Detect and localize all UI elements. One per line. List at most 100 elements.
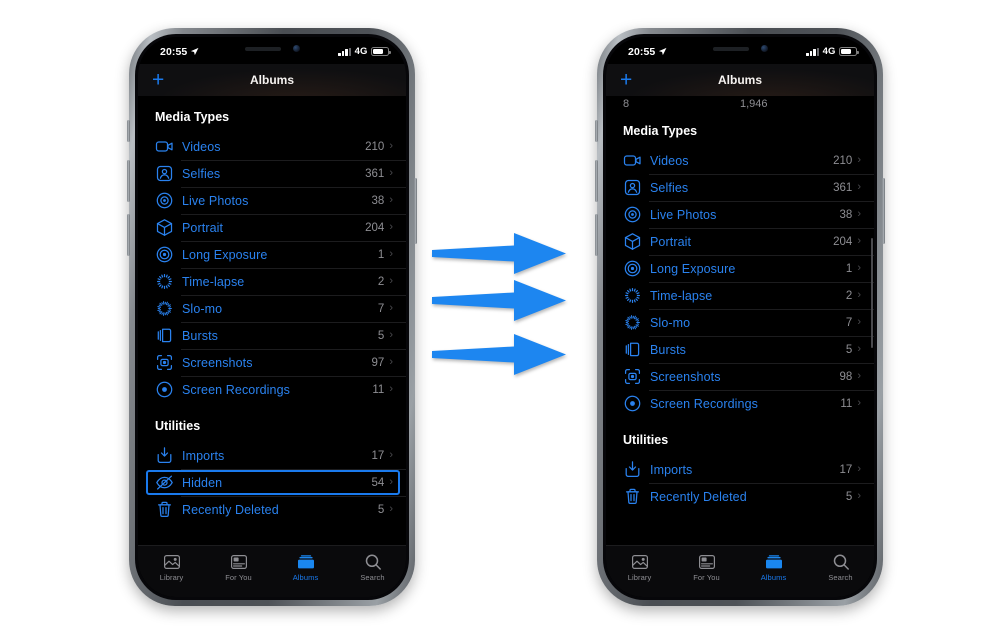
chevron-right-icon: › [389, 221, 393, 233]
album-row-label: Long Exposure [182, 247, 268, 262]
album-row-portrait[interactable]: Portrait 204 › [138, 214, 406, 241]
tab-albums[interactable]: Albums [740, 553, 807, 582]
album-row-time-lapse[interactable]: Time-lapse 2 › [606, 282, 874, 309]
earpiece-speaker-icon [712, 46, 749, 51]
album-row-time-lapse[interactable]: Time-lapse 2 › [138, 268, 406, 295]
partial-album-people[interactable]: People8 [623, 96, 740, 110]
album-row-live-photos[interactable]: Live Photos 38 › [606, 201, 874, 228]
selfie-person-icon [155, 164, 174, 183]
album-row-label: Screen Recordings [650, 396, 759, 411]
partial-album-count: 1,946 [740, 98, 768, 110]
album-row-label: Recently Deleted [650, 489, 747, 504]
album-row-long-exposure[interactable]: Long Exposure 1 › [606, 255, 874, 282]
album-row-screenshots[interactable]: Screenshots 98 › [606, 363, 874, 390]
album-row-label: Live Photos [182, 193, 249, 208]
tab-bar-before[interactable]: Library For You Albums Search [138, 545, 406, 597]
album-row-slo-mo[interactable]: Slo-mo 7 › [606, 309, 874, 336]
transition-arrow-3 [432, 334, 566, 375]
tab-library[interactable]: Library [138, 553, 205, 582]
chevron-right-icon: › [857, 262, 861, 274]
album-row-screen-recordings[interactable]: Screen Recordings 11 › [138, 376, 406, 403]
album-row-label: Portrait [182, 220, 224, 235]
album-row-bursts[interactable]: Bursts 5 › [606, 336, 874, 363]
chevron-right-icon: › [389, 449, 393, 461]
chevron-right-icon: › [389, 503, 393, 515]
section-header-media-types: Media Types [155, 110, 230, 124]
album-row-label: Hidden [182, 475, 223, 490]
album-row-imports[interactable]: Imports 17 › [606, 456, 874, 483]
chevron-right-icon: › [389, 194, 393, 206]
albums-stack-icon [765, 553, 783, 570]
album-row-label: Slo-mo [650, 315, 691, 330]
album-row-count: 5 [377, 503, 385, 516]
album-row-count: 210 [365, 140, 385, 153]
album-row-label: Bursts [182, 328, 219, 343]
volume-up-button[interactable] [127, 160, 130, 202]
tab-bar-after[interactable]: Library For You Albums Search [606, 545, 874, 597]
partial-scrolled-row[interactable]: People8Places1,946 [606, 96, 874, 110]
album-row-label: Selfies [650, 180, 689, 195]
chevron-right-icon: › [857, 208, 861, 220]
album-row-count: 11 [372, 383, 385, 396]
scroll-indicator[interactable] [870, 238, 873, 348]
album-row-videos[interactable]: Videos 210 › [138, 133, 406, 160]
album-row-label: Imports [650, 462, 693, 477]
chevron-right-icon: › [389, 476, 393, 488]
add-album-button[interactable]: + [152, 70, 164, 91]
album-row-selfies[interactable]: Selfies 361 › [138, 160, 406, 187]
album-row-label: Selfies [182, 166, 221, 181]
screen-before: 20:55 4G + Albums Media Types Videos 210… [138, 37, 406, 597]
trash-icon [623, 487, 642, 506]
video-camera-icon [155, 137, 174, 156]
album-row-label: Recently Deleted [182, 502, 279, 517]
album-row-screen-recordings[interactable]: Screen Recordings 11 › [606, 390, 874, 417]
power-button[interactable] [882, 178, 885, 244]
imports-icon [623, 460, 642, 479]
selfie-person-icon [623, 178, 642, 197]
page-title: Albums [717, 73, 762, 87]
album-row-recently-deleted[interactable]: Recently Deleted 5 › [606, 483, 874, 510]
chevron-right-icon: › [857, 463, 861, 475]
album-row-count: 204 [833, 235, 853, 248]
album-row-videos[interactable]: Videos 210 › [606, 147, 874, 174]
mute-switch[interactable] [127, 120, 130, 142]
albums-list-before[interactable]: Media Types Videos 210 › Selfies 361 › Live Pho… [138, 96, 406, 597]
albums-list-after[interactable]: People8Places1,946Media TypesVideos210›S… [606, 96, 874, 597]
power-button[interactable] [414, 178, 417, 244]
tab-library[interactable]: Library [606, 553, 673, 582]
tab-search[interactable]: Search [807, 553, 874, 582]
album-row-recently-deleted[interactable]: Recently Deleted 5 › [138, 496, 406, 523]
partial-album-places[interactable]: Places1,946 [740, 96, 857, 110]
screenshot-canvas: 20:55 4G + Albums Media Types Videos 210… [0, 0, 1000, 633]
chevron-right-icon: › [389, 356, 393, 368]
screen-after: 20:55 4G + Albums 8 1,946 Media Types Vi… [606, 37, 874, 597]
albums-stack-icon [297, 553, 315, 570]
album-row-label: Screenshots [650, 369, 721, 384]
album-row-bursts[interactable]: Bursts 5 › [138, 322, 406, 349]
for-you-card-icon [230, 553, 248, 570]
tab-for-you[interactable]: For You [205, 553, 272, 582]
album-row-live-photos[interactable]: Live Photos 38 › [138, 187, 406, 214]
tab-for-you[interactable]: For You [673, 553, 740, 582]
tab-search[interactable]: Search [339, 553, 406, 582]
video-camera-icon [623, 151, 642, 170]
album-row-portrait[interactable]: Portrait 204 › [606, 228, 874, 255]
album-row-screenshots[interactable]: Screenshots 97 › [138, 349, 406, 376]
tab-albums[interactable]: Albums [272, 553, 339, 582]
navigation-bar: + Albums [138, 64, 406, 96]
volume-down-button[interactable] [595, 214, 598, 256]
slo-mo-icon [155, 299, 174, 318]
volume-up-button[interactable] [595, 160, 598, 202]
album-row-selfies[interactable]: Selfies 361 › [606, 174, 874, 201]
long-exposure-icon [155, 245, 174, 264]
album-row-imports[interactable]: Imports 17 › [138, 442, 406, 469]
time-lapse-icon [155, 272, 174, 291]
album-row-long-exposure[interactable]: Long Exposure 1 › [138, 241, 406, 268]
mute-switch[interactable] [595, 120, 598, 142]
add-album-button[interactable]: + [620, 70, 632, 91]
album-row-count: 97 [371, 356, 385, 369]
album-row-slo-mo[interactable]: Slo-mo 7 › [138, 295, 406, 322]
album-row-hidden[interactable]: Hidden 54 › [138, 469, 406, 496]
volume-down-button[interactable] [127, 214, 130, 256]
network-type-label: 4G [354, 46, 368, 57]
